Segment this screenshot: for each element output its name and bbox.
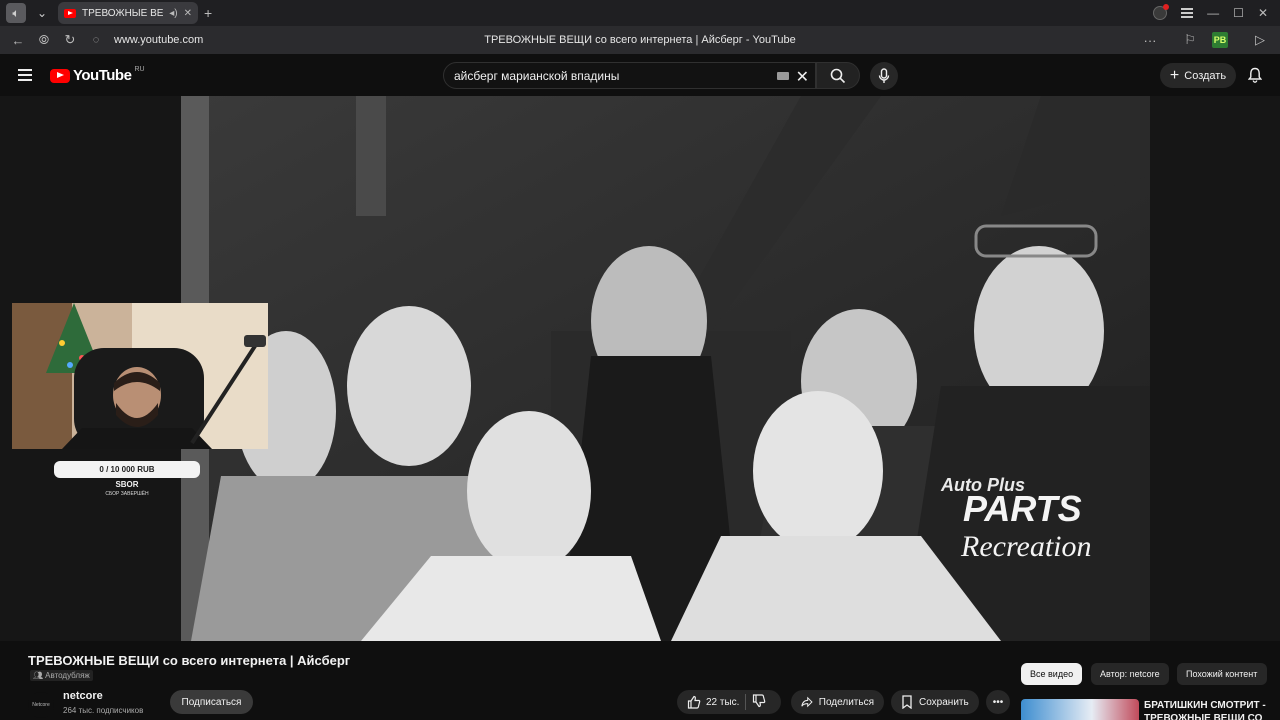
chip-similar-content[interactable]: Похожий контент [1177, 663, 1267, 685]
extension-icon[interactable]: ⦾ [36, 32, 52, 48]
maximize-icon[interactable]: ☐ [1233, 6, 1244, 20]
thumbs-down-icon [753, 693, 766, 707]
bookmark-icon[interactable]: ⚐ [1182, 32, 1198, 48]
recommended-video-thumbnail[interactable] [1021, 699, 1139, 720]
like-dislike-group: 22 тыс. [677, 690, 781, 714]
share-button[interactable]: Поделиться [791, 690, 884, 714]
share-label: Поделиться [818, 696, 874, 708]
channel-avatar[interactable]: Netcore [28, 692, 54, 718]
search-value: айсберг марианской впадины [454, 68, 620, 83]
reload-icon[interactable]: ↻ [62, 32, 78, 48]
more-actions-button[interactable]: ••• [986, 690, 1010, 714]
close-tab-icon[interactable]: ✕ [184, 8, 192, 19]
minimize-icon[interactable]: — [1207, 6, 1219, 20]
dub-label: Автодубляж [45, 671, 90, 680]
search-input[interactable]: айсберг марианской впадины ✕ [443, 62, 816, 89]
dub-person-icon: 👥︎ [33, 671, 44, 680]
address-bar: ← ⦾ ↻ ◌ www.youtube.com ТРЕВОЖНЫЕ ВЕЩИ с… [0, 26, 1280, 54]
video-frame[interactable]: Auto Plus PARTS Recreation [181, 96, 1150, 641]
bookmark-save-icon [902, 695, 912, 709]
auto-dub-badge: 👥︎ Автодубляж [30, 670, 93, 681]
youtube-favicon-icon [64, 8, 76, 18]
profile-avatar-icon[interactable] [1153, 4, 1170, 20]
like-divider [745, 694, 747, 710]
lock-icon[interactable]: ◌ [88, 34, 104, 46]
video-title: ТРЕВОЖНЫЕ ВЕЩИ со всего интернета | Айсб… [28, 653, 351, 668]
chip-by-author[interactable]: Автор: netcore [1091, 663, 1169, 685]
close-window-icon[interactable]: ✕ [1258, 6, 1268, 20]
youtube-logo[interactable]: YouTube RU [50, 66, 145, 84]
search-icon [830, 68, 846, 83]
clear-search-icon[interactable]: ✕ [796, 67, 809, 87]
channel-name[interactable]: netcore [63, 690, 103, 702]
subscribe-button[interactable]: Подписаться [170, 690, 253, 714]
video-info-section: ТРЕВОЖНЫЕ ВЕЩИ со всего интернета | Айсб… [0, 641, 1280, 720]
donation-progress-bar: 0 / 10 000 RUB [54, 461, 200, 478]
search-button[interactable] [816, 62, 860, 89]
youtube-play-icon [50, 68, 70, 83]
voice-search-button[interactable] [870, 62, 898, 90]
shirt-text-recreation: Recreation [960, 530, 1092, 563]
speaker-icon[interactable]: 🔈︎ [6, 3, 26, 23]
notifications-bell-icon[interactable] [1247, 67, 1263, 88]
microphone-icon [878, 68, 890, 83]
subscriber-count: 264 тыс. подписчиков [63, 706, 144, 715]
thumbs-up-icon [687, 695, 701, 709]
tab-title: ТРЕВОЖНЫЕ ВЕЩИ [82, 7, 164, 19]
region-code: RU [134, 66, 145, 73]
url-field[interactable]: www.youtube.com [114, 34, 203, 46]
player-letterbox-right [1150, 96, 1280, 641]
play-circle-icon[interactable]: ▷ [1252, 32, 1268, 48]
like-count: 22 тыс. [706, 696, 740, 708]
donation-title: SBOR [115, 480, 139, 489]
hamburger-menu-icon[interactable] [18, 69, 32, 81]
browser-tab-bar: 🔈︎ ⌄ ТРЕВОЖНЫЕ ВЕЩИ ◂) ✕ + — ☐ ✕ [0, 0, 1280, 26]
share-arrow-icon [801, 696, 813, 708]
streamer-webcam-overlay [12, 303, 268, 449]
create-label: Создать [1184, 69, 1227, 82]
more-dots-icon[interactable]: ··· [1142, 33, 1158, 48]
dislike-button[interactable] [752, 693, 766, 711]
video-player[interactable]: Auto Plus PARTS Recreation 0 / 10 000 RU… [0, 96, 1280, 641]
browser-tab-youtube[interactable]: ТРЕВОЖНЫЕ ВЕЩИ ◂) ✕ [58, 2, 198, 24]
save-label: Сохранить [919, 696, 969, 708]
video-thumbnail-people-image: Auto Plus PARTS Recreation [181, 96, 1150, 641]
youtube-header: YouTube RU айсберг марианской впадины ✕ … [0, 54, 1280, 96]
save-button[interactable]: Сохранить [891, 690, 979, 714]
browser-menu-icon[interactable] [1181, 8, 1194, 18]
keyboard-icon[interactable] [777, 72, 789, 80]
like-button[interactable]: 22 тыс. [687, 695, 739, 709]
plus-icon: + [1169, 66, 1180, 84]
more-horizontal-icon: ••• [992, 696, 1004, 708]
chip-all-videos[interactable]: Все видео [1021, 663, 1083, 685]
extension-pb-icon[interactable]: PB [1212, 32, 1228, 48]
mute-icon[interactable]: ◂) [169, 8, 177, 19]
create-button[interactable]: + Создать [1160, 63, 1236, 88]
chevron-down-icon[interactable]: ⌄ [32, 3, 52, 23]
shirt-text-parts: PARTS [963, 488, 1082, 529]
donation-status: СБОР ЗАВЕРШЁН [105, 491, 149, 497]
back-arrow-icon[interactable]: ← [10, 33, 26, 48]
webcam-image [12, 303, 268, 449]
recommended-video-title[interactable]: БРАТИШКИН СМОТРИТ - ТРЕВОЖНЫЕ ВЕЩИ СО ВС… [1144, 699, 1274, 720]
youtube-wordmark: YouTube [73, 67, 132, 84]
new-tab-plus-icon[interactable]: + [204, 5, 212, 21]
